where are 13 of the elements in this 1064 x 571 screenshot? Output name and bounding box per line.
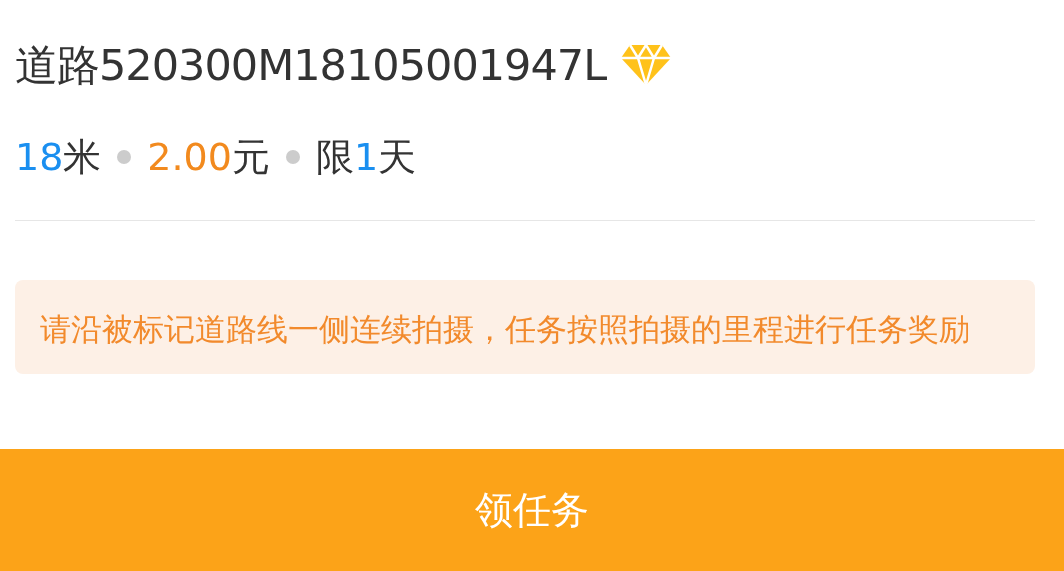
notice-text: 请沿被标记道路线一侧连续拍摄，任务按照拍摄的里程进行任务奖励 (40, 310, 971, 349)
meta-unit: 元 (231, 133, 270, 181)
meta-value: 2.00 (147, 134, 232, 179)
separator-dot (285, 150, 300, 164)
task-title: 道路520300M18105001947L (15, 39, 607, 92)
accept-task-button[interactable]: 领任务 (0, 449, 1064, 571)
separator-dot (117, 150, 132, 164)
diamond-icon (620, 44, 673, 86)
meta-unit: 米 (63, 133, 102, 181)
meta-value: 1 (353, 134, 379, 179)
meta-label: 限 (315, 133, 354, 181)
meta-unit: 天 (378, 133, 417, 181)
meta-value: 18 (15, 134, 64, 179)
